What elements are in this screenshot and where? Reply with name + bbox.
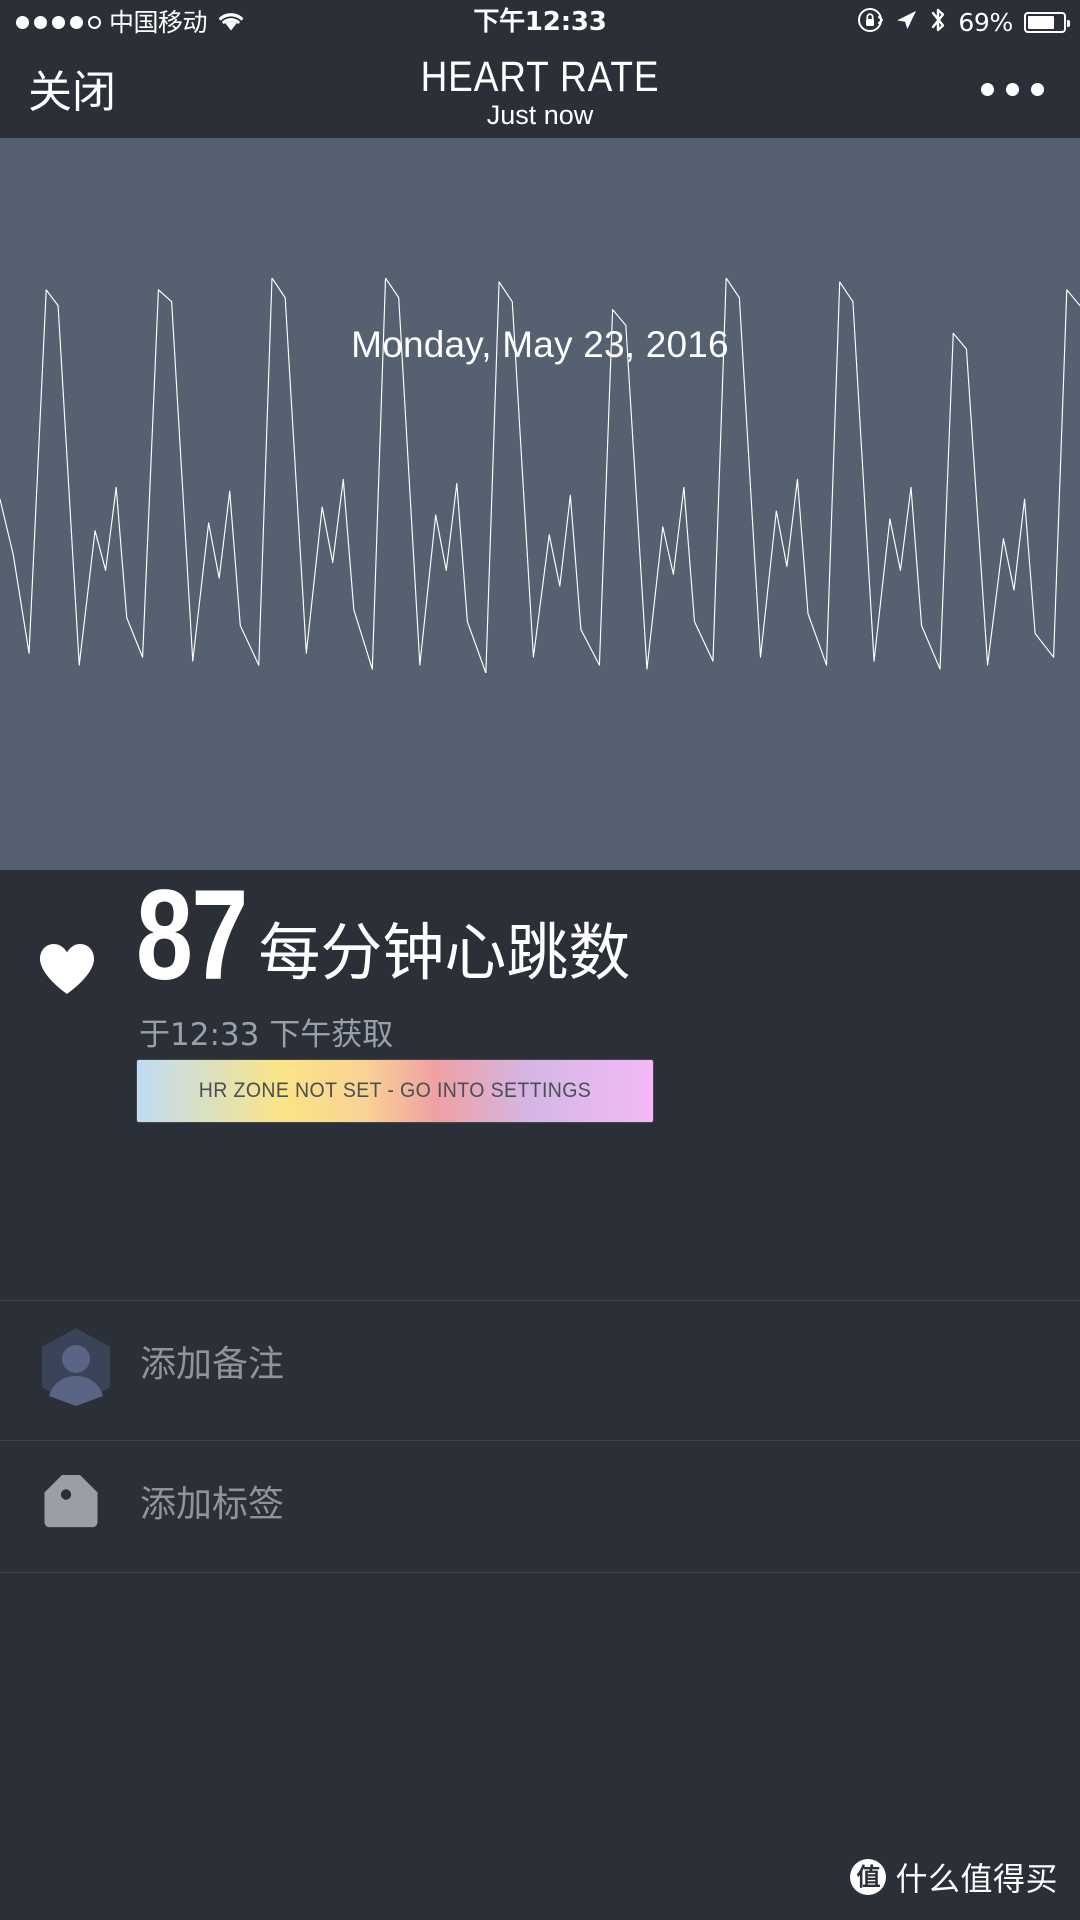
status-bar: 中国移动 下午12:33 69% bbox=[0, 0, 1080, 45]
add-tag-row[interactable]: 添加标签 bbox=[0, 1441, 1080, 1572]
more-dot-2 bbox=[1006, 83, 1019, 96]
rotation-lock-icon bbox=[857, 7, 884, 38]
watermark-badge: 值 bbox=[850, 1859, 887, 1895]
more-dot-1 bbox=[981, 83, 994, 96]
watermark: 值 什么值得买 bbox=[850, 1854, 1058, 1900]
heart-rate-chart-panel: Monday, May 23, 2016 bbox=[0, 138, 1080, 870]
tag-icon bbox=[38, 1468, 114, 1555]
page-subtitle: Just now bbox=[486, 100, 594, 130]
battery-percent-label: 69% bbox=[958, 8, 1013, 37]
divider-bottom bbox=[0, 1572, 1080, 1573]
person-avatar-icon bbox=[38, 1327, 114, 1407]
more-dot-3 bbox=[1031, 83, 1044, 96]
location-arrow-icon bbox=[894, 8, 918, 37]
bluetooth-icon bbox=[929, 6, 947, 39]
status-bar-right: 69% bbox=[857, 0, 1070, 45]
add-tag-label: 添加标签 bbox=[140, 1484, 285, 1525]
heart-icon bbox=[38, 942, 96, 996]
page-title: HEART RATE bbox=[420, 53, 660, 101]
hr-zone-bar[interactable]: HR ZONE NOT SET - GO INTO SETTINGS bbox=[137, 1060, 653, 1122]
bpm-row: 87 每分钟心跳数 bbox=[136, 864, 631, 1007]
nav-title-group: HEART RATE Just now bbox=[0, 53, 1080, 131]
battery-icon bbox=[1024, 12, 1070, 33]
more-options-button[interactable] bbox=[981, 83, 1044, 96]
add-note-row[interactable]: 添加备注 bbox=[0, 1301, 1080, 1432]
hr-zone-label: HR ZONE NOT SET - GO INTO SETTINGS bbox=[198, 1079, 592, 1102]
ecg-waveform-chart bbox=[0, 278, 1080, 673]
battery-fill bbox=[1028, 16, 1055, 29]
measurement-timestamp: 于12:33 下午获取 bbox=[139, 1017, 394, 1053]
bpm-value: 87 bbox=[136, 864, 248, 1007]
watermark-text: 什么值得买 bbox=[895, 1860, 1058, 1898]
bpm-unit-label: 每分钟心跳数 bbox=[258, 916, 631, 989]
navigation-bar: 关闭 HEART RATE Just now bbox=[0, 45, 1080, 138]
add-note-label: 添加备注 bbox=[140, 1344, 285, 1385]
